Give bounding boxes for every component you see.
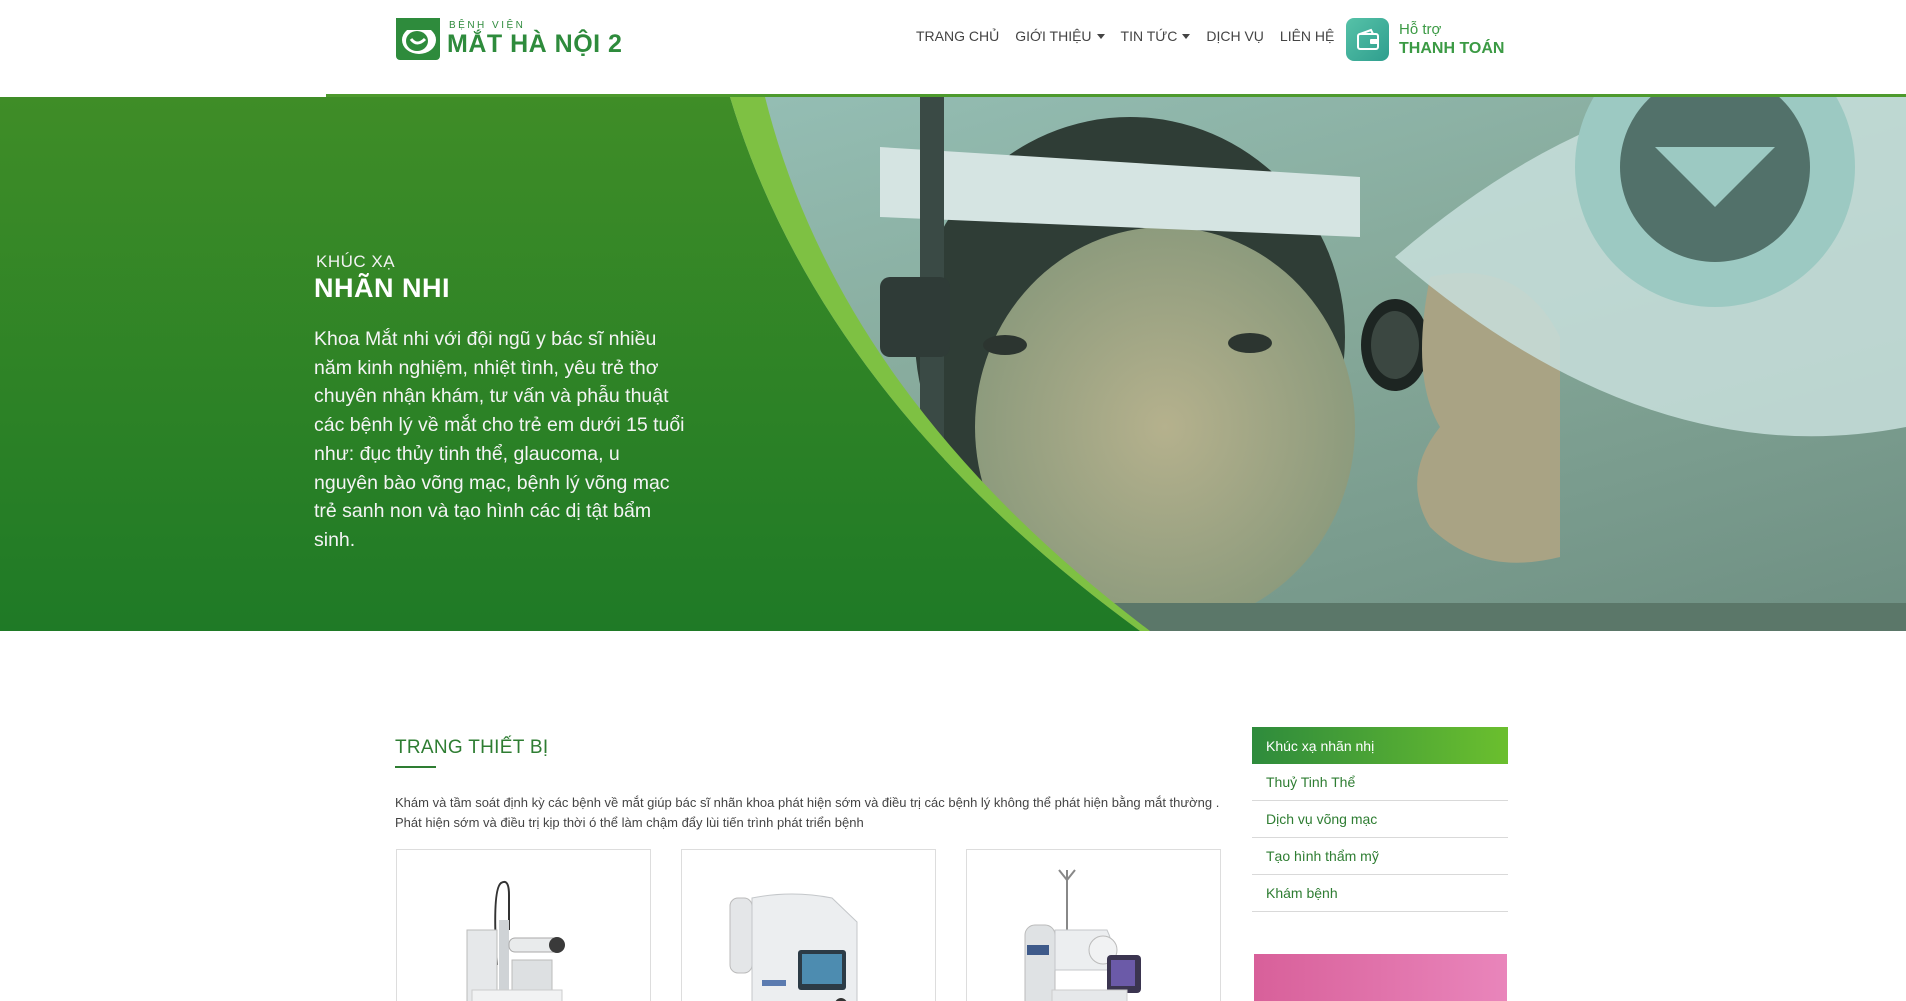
nav-news-label: TIN TỨC [1120,28,1178,44]
main-nav: TRANG CHỦ GIỚI THIỆU TIN TỨC DỊCH VỤ LIÊ… [916,28,1350,44]
nav-services-label: DỊCH VỤ [1206,28,1264,44]
hero-banner: KHÚC XẠ NHÃN NHI Khoa Mắt nhi với đội ng… [0,97,1906,631]
nav-services[interactable]: DỊCH VỤ [1206,28,1264,44]
service-sidebar: Khúc xạ nhãn nhị Thuỷ Tinh Thể Dịch vụ v… [1252,727,1508,912]
fundus-camera-image [1024,869,1141,1001]
sidebar-item-label: Tạo hình thẩm mỹ [1266,848,1379,864]
sidebar-item-refraction[interactable]: Khúc xạ nhãn nhị [1252,727,1508,764]
banner-title: NHÃN NHI [314,273,450,303]
autorefractor-image [729,893,858,1001]
sidebar-item-retina[interactable]: Dịch vụ võng mạc [1252,801,1508,838]
sidebar-promo-banner[interactable] [1254,954,1507,1001]
sidebar-item-lens[interactable]: Thuỷ Tinh Thể [1252,764,1508,801]
caret-down-icon [1182,33,1191,39]
nav-contact-label: LIÊN HỆ [1279,28,1335,44]
caret-down-icon [1096,33,1105,39]
sidebar-item-label: Khúc xạ nhãn nhị [1266,737,1375,754]
slit-lamp-image [466,880,565,1001]
nav-about[interactable]: GIỚI THIỆU [1015,28,1105,44]
sidebar-item-cosmetic[interactable]: Tạo hình thẩm mỹ [1252,838,1508,875]
equipment-card[interactable] [681,849,936,1001]
site-header: BỆNH VIỆN MẮT HÀ NỘI 2 TRANG CHỦ GIỚI TH… [0,0,1906,97]
eye-logo-icon [396,18,440,60]
nav-about-label: GIỚI THIỆU [1015,28,1092,44]
nav-home-label: TRANG CHỦ [916,28,1000,44]
pay-big-text: THANH TOÁN [1399,39,1505,57]
banner-kicker: KHÚC XẠ [316,252,396,271]
sidebar-item-label: Thuỷ Tinh Thể [1266,774,1356,790]
site-logo[interactable]: BỆNH VIỆN MẮT HÀ NỘI 2 [395,17,622,61]
payment-support-link[interactable]: Hỗ trợ THANH TOÁN [1346,18,1504,61]
section-description: Khám và tầm soát định kỳ các bệnh về mắt… [395,795,1220,830]
section-title: TRANG THIẾT BỊ [395,737,549,758]
sidebar-item-label: Dịch vụ võng mạc [1266,811,1378,827]
wallet-icon [1346,18,1389,61]
sidebar-item-label: Khám bệnh [1266,885,1338,901]
section-title-underline [395,766,436,768]
logo-big-text: MẮT HÀ NỘI 2 [447,30,623,58]
equipment-cards [396,849,1251,1001]
nav-contact[interactable]: LIÊN HỆ [1280,28,1334,44]
sidebar-item-examination[interactable]: Khám bệnh [1252,875,1508,912]
nav-home[interactable]: TRANG CHỦ [916,28,999,44]
banner-description: Khoa Mắt nhi với đội ngũ y bác sĩ nhiều … [314,328,685,551]
equipment-card[interactable] [966,849,1221,1001]
banner-photo-image [0,97,1906,631]
nav-news[interactable]: TIN TỨC [1121,28,1191,44]
pay-small-text: Hỗ trợ [1399,20,1442,38]
equipment-card[interactable] [396,849,651,1001]
